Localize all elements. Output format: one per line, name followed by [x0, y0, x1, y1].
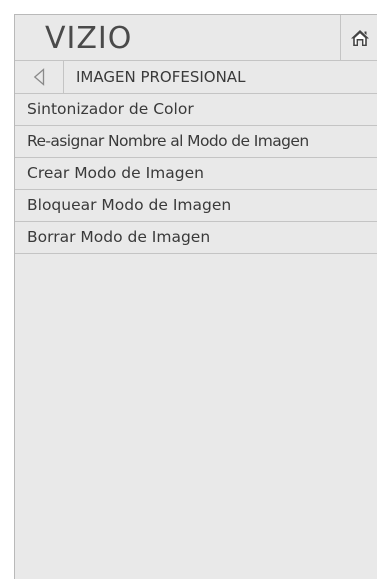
menu-item-create-picture-mode[interactable]: Crear Modo de Imagen: [15, 158, 377, 190]
home-icon: [350, 29, 369, 46]
menu-item-color-tuner[interactable]: Sintonizador de Color: [15, 94, 377, 126]
back-button[interactable]: [15, 61, 64, 93]
settings-panel: VIZIO IMAGEN PROFESIONAL Sintonizador de…: [14, 14, 377, 579]
vizio-logo: VIZIO: [45, 21, 133, 56]
menu-list: Sintonizador de Color Re-asignar Nombre …: [15, 94, 377, 254]
menu-item-lock-picture-mode[interactable]: Bloquear Modo de Imagen: [15, 190, 377, 222]
panel-header: VIZIO: [15, 15, 377, 61]
home-button[interactable]: [340, 15, 377, 60]
menu-item-delete-picture-mode[interactable]: Borrar Modo de Imagen: [15, 222, 377, 254]
nav-row: IMAGEN PROFESIONAL: [15, 61, 377, 94]
menu-title: IMAGEN PROFESIONAL: [76, 68, 246, 86]
menu-item-rename-picture-mode[interactable]: Re-asignar Nombre al Modo de Imagen: [15, 126, 377, 158]
back-arrow-icon: [33, 68, 45, 86]
